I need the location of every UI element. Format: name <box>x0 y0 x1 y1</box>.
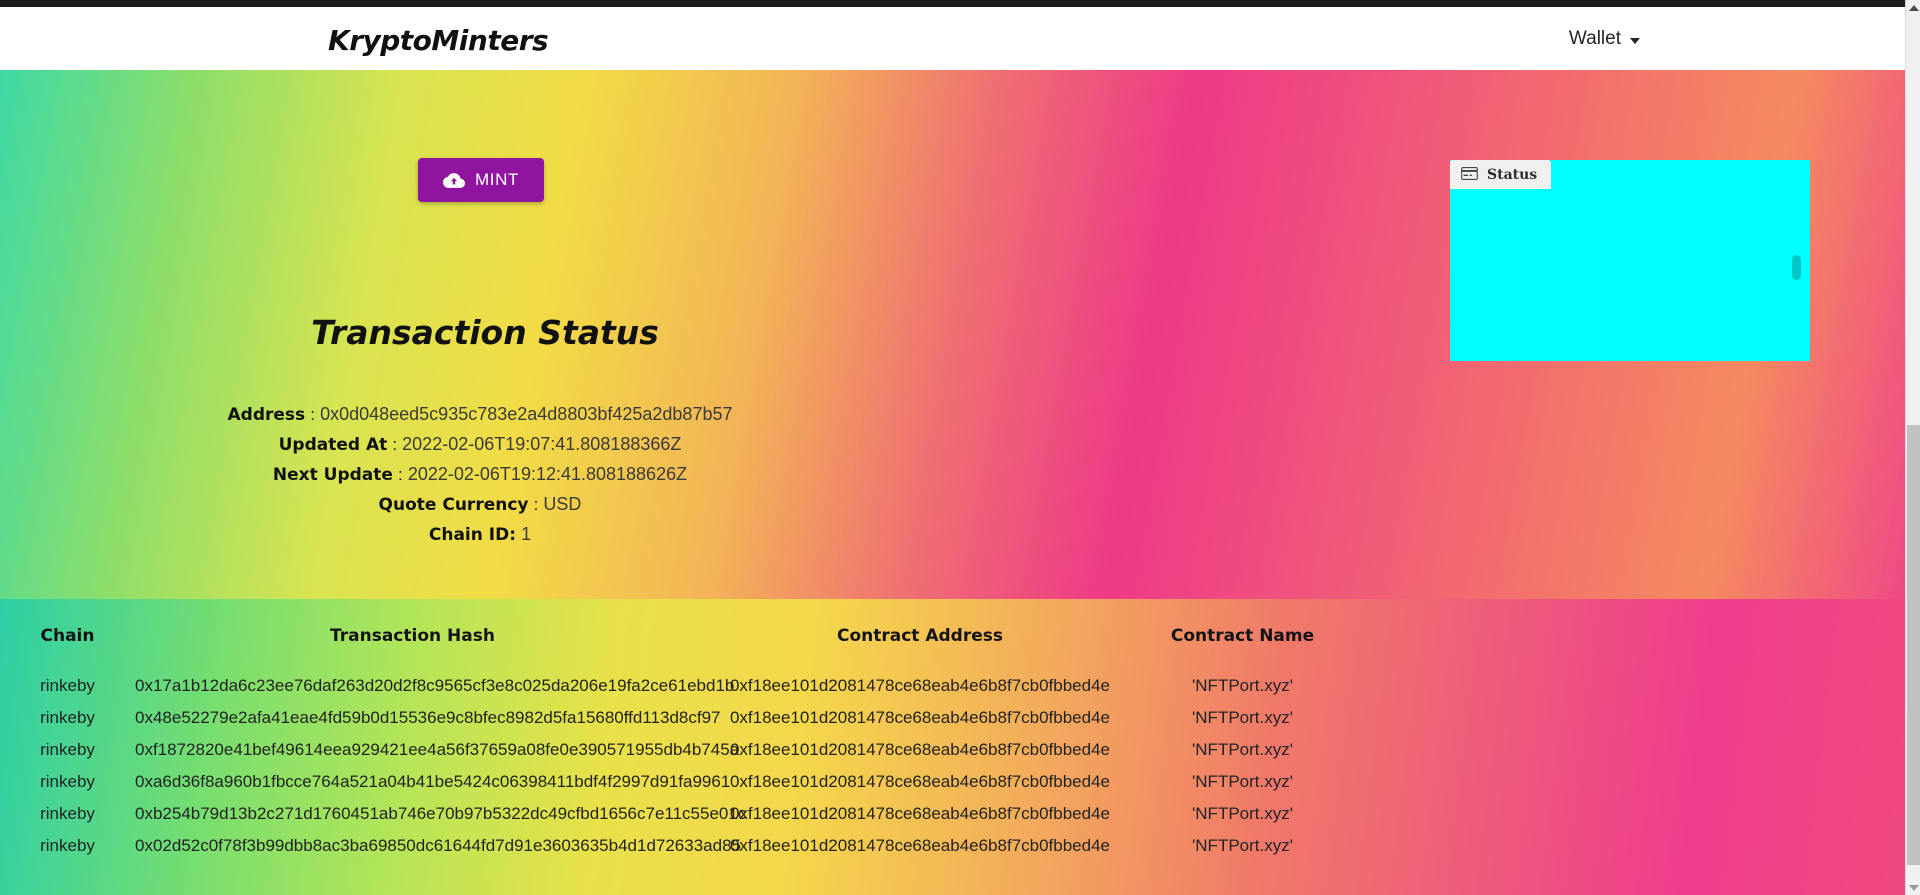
column-header-spacer <box>1335 599 1905 670</box>
transaction-status-details: Address : 0x0d048eed5c935c783e2a4d8803bf… <box>0 400 960 550</box>
column-header-contract-name: Contract Name <box>1170 626 1315 646</box>
wallet-dropdown[interactable]: Wallet <box>1569 28 1640 50</box>
cell-spacer <box>1335 670 1905 702</box>
detail-key: Chain ID: <box>428 525 517 545</box>
detail-value: 2022-02-06T19:07:41.808188366Z <box>402 434 682 454</box>
status-panel-body <box>1450 160 1810 361</box>
page-root: KryptoMinters Wallet MINT Status Transac… <box>0 0 1920 895</box>
column-header-transaction-hash: Transaction Hash <box>330 626 495 646</box>
table-row: rinkeby 0x17a1b12da6c23ee76daf263d20d2f8… <box>0 670 1905 702</box>
detail-value: USD <box>543 494 582 514</box>
mint-button[interactable]: MINT <box>418 158 544 202</box>
scrollbar-down-arrow[interactable] <box>1906 880 1920 895</box>
table-row: rinkeby 0x02d52c0f78f3b99dbb8ac3ba69850d… <box>0 830 1905 862</box>
cell-contract-address: 0xf18ee101d2081478ce68eab4e6b8f7cb0fbbed… <box>729 836 1111 855</box>
status-tab[interactable]: Status <box>1450 160 1552 189</box>
detail-key: Next Update <box>272 465 393 485</box>
cell-contract-address: 0xf18ee101d2081478ce68eab4e6b8f7cb0fbbed… <box>729 676 1111 695</box>
column-header-chain: Chain <box>40 626 95 646</box>
browser-scrollbar[interactable] <box>1905 0 1920 895</box>
cell-chain: rinkeby <box>40 708 95 727</box>
table-row: rinkeby 0xf1872820e41bef49614eea929421ee… <box>0 734 1905 766</box>
table-header: Chain Transaction Hash Contract Address … <box>0 599 1905 670</box>
cell-contract-address: 0xf18ee101d2081478ce68eab4e6b8f7cb0fbbed… <box>729 740 1111 759</box>
detail-key: Updated At <box>278 435 388 455</box>
detail-row: Address : 0x0d048eed5c935c783e2a4d8803bf… <box>0 400 960 430</box>
detail-row: Chain ID: 1 <box>0 520 960 550</box>
cell-contract-name: 'NFTPort.xyz' <box>1192 676 1293 695</box>
cell-contract-name: 'NFTPort.xyz' <box>1192 836 1293 855</box>
cell-chain: rinkeby <box>40 676 95 695</box>
transaction-status-title: Transaction Status <box>311 313 659 352</box>
cell-transaction-hash: 0xa6d36f8a960b1fbcce764a521a04b41be5424c… <box>135 772 731 791</box>
browser-top-strip <box>0 0 1905 7</box>
chevron-down-icon <box>1630 37 1640 44</box>
minted-nfts-section: Chain Transaction Hash Contract Address … <box>0 599 1905 895</box>
cell-contract-address: 0xf18ee101d2081478ce68eab4e6b8f7cb0fbbed… <box>729 708 1111 727</box>
cell-transaction-hash: 0x48e52279e2afa41eae4fd59b0d15536e9c8bfe… <box>135 708 721 727</box>
cell-spacer <box>1335 830 1905 862</box>
wallet-dropdown-label: Wallet <box>1568 28 1621 49</box>
minted-nfts-table: Chain Transaction Hash Contract Address … <box>0 599 1905 862</box>
cell-spacer <box>1335 734 1905 766</box>
table-row: rinkeby 0xa6d36f8a960b1fbcce764a521a04b4… <box>0 766 1905 798</box>
cell-contract-address: 0xf18ee101d2081478ce68eab4e6b8f7cb0fbbed… <box>729 804 1111 823</box>
mint-button-label: MINT <box>475 170 519 189</box>
cell-contract-name: 'NFTPort.xyz' <box>1192 804 1293 823</box>
status-panel: Status KryptoMinters Account Active: tru… <box>1450 160 1810 361</box>
column-header-contract-address: Contract Address <box>836 626 1003 646</box>
scrollbar-up-arrow[interactable] <box>1906 0 1920 15</box>
navbar: KryptoMinters Wallet <box>0 7 1905 70</box>
triangle-down-icon <box>1908 884 1919 891</box>
detail-separator: : <box>533 495 539 514</box>
cloud-upload-icon <box>443 172 466 189</box>
hero-section: MINT Status Kr <box>0 70 1905 599</box>
detail-value: 2022-02-06T19:12:41.808188626Z <box>407 464 688 484</box>
cell-transaction-hash: 0xb254b79d13b2c271d1760451ab746e70b97b53… <box>135 804 747 823</box>
cell-transaction-hash: 0xf1872820e41bef49614eea929421ee4a56f376… <box>135 740 740 759</box>
cell-transaction-hash: 0x02d52c0f78f3b99dbb8ac3ba69850dc61644fd… <box>135 836 741 855</box>
cell-contract-address: 0xf18ee101d2081478ce68eab4e6b8f7cb0fbbed… <box>729 772 1111 791</box>
cell-contract-name: 'NFTPort.xyz' <box>1192 772 1293 791</box>
detail-key: Address <box>227 405 306 425</box>
page-viewport: KryptoMinters Wallet MINT Status Transac… <box>0 7 1905 895</box>
cell-contract-name: 'NFTPort.xyz' <box>1192 740 1293 759</box>
table-row: rinkeby 0xb254b79d13b2c271d1760451ab746e… <box>0 798 1905 830</box>
detail-separator: : <box>392 435 398 454</box>
detail-row: Next Update : 2022-02-06T19:12:41.808188… <box>0 460 960 490</box>
detail-row: Quote Currency : USD <box>0 490 960 520</box>
detail-key: Quote Currency <box>378 495 529 515</box>
cell-contract-name: 'NFTPort.xyz' <box>1192 708 1293 727</box>
cell-spacer <box>1335 798 1905 830</box>
scrollbar-thumb[interactable] <box>1907 425 1920 865</box>
table-body: rinkeby 0x17a1b12da6c23ee76daf263d20d2f8… <box>0 670 1905 862</box>
status-tab-label: Status <box>1487 166 1538 183</box>
triangle-up-icon <box>1908 4 1919 11</box>
detail-value: 1 <box>521 524 532 544</box>
cell-spacer <box>1335 766 1905 798</box>
table-header-row: Chain Transaction Hash Contract Address … <box>0 599 1905 670</box>
card-icon <box>1461 165 1478 184</box>
detail-separator: : <box>310 405 315 424</box>
cell-chain: rinkeby <box>40 836 95 855</box>
table-row: rinkeby 0x48e52279e2afa41eae4fd59b0d1553… <box>0 702 1905 734</box>
status-panel-scrollbar-thumb[interactable] <box>1792 255 1801 280</box>
detail-value: 0x0d048eed5c935c783e2a4d8803bf425a2db87b… <box>320 404 733 424</box>
detail-separator: : <box>398 465 403 484</box>
cell-spacer <box>1335 702 1905 734</box>
cell-chain: rinkeby <box>40 772 95 791</box>
brand-logo[interactable]: KryptoMinters <box>328 24 549 57</box>
cell-transaction-hash: 0x17a1b12da6c23ee76daf263d20d2f8c9565cf3… <box>135 676 735 695</box>
detail-row: Updated At : 2022-02-06T19:07:41.8081883… <box>0 430 960 460</box>
cell-chain: rinkeby <box>40 740 95 759</box>
cell-chain: rinkeby <box>40 804 95 823</box>
